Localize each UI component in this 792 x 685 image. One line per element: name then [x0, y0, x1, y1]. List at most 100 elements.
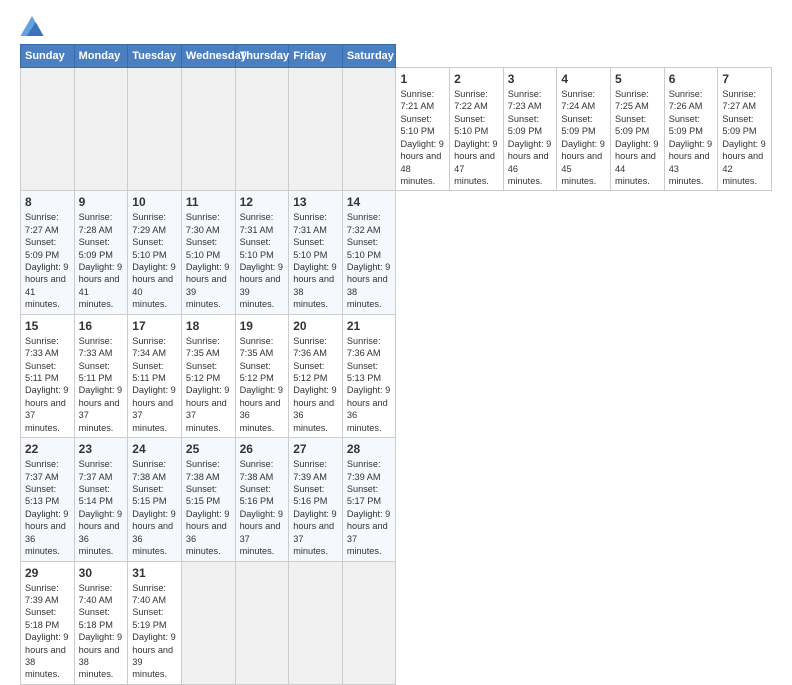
sunset-text: Sunset: 5:10 PM — [240, 237, 274, 259]
calendar-week-row: 8 Sunrise: 7:27 AM Sunset: 5:09 PM Dayli… — [21, 191, 772, 314]
day-number: 2 — [454, 72, 499, 86]
daylight-text: Daylight: 9 hours and 38 minutes. — [79, 632, 122, 679]
calendar-cell: 22 Sunrise: 7:37 AM Sunset: 5:13 PM Dayl… — [21, 438, 75, 561]
day-number: 28 — [347, 442, 392, 456]
calendar-cell: 2 Sunrise: 7:22 AM Sunset: 5:10 PM Dayli… — [450, 68, 504, 191]
cell-content: Sunrise: 7:36 AM Sunset: 5:12 PM Dayligh… — [293, 335, 338, 434]
cell-content: Sunrise: 7:38 AM Sunset: 5:15 PM Dayligh… — [132, 458, 177, 557]
calendar-table: SundayMondayTuesdayWednesdayThursdayFrid… — [20, 44, 772, 685]
sunrise-text: Sunrise: 7:36 AM — [347, 336, 381, 358]
daylight-text: Daylight: 9 hours and 37 minutes. — [79, 385, 122, 432]
daylight-text: Daylight: 9 hours and 47 minutes. — [454, 139, 497, 186]
cell-content: Sunrise: 7:24 AM Sunset: 5:09 PM Dayligh… — [561, 88, 606, 187]
cell-content: Sunrise: 7:27 AM Sunset: 5:09 PM Dayligh… — [722, 88, 767, 187]
sunset-text: Sunset: 5:12 PM — [240, 361, 274, 383]
sunrise-text: Sunrise: 7:30 AM — [186, 212, 220, 234]
calendar-cell — [289, 561, 343, 684]
sunset-text: Sunset: 5:10 PM — [293, 237, 327, 259]
sunrise-text: Sunrise: 7:38 AM — [186, 459, 220, 481]
sunrise-text: Sunrise: 7:36 AM — [293, 336, 327, 358]
daylight-text: Daylight: 9 hours and 41 minutes. — [25, 262, 68, 309]
calendar-cell: 29 Sunrise: 7:39 AM Sunset: 5:18 PM Dayl… — [21, 561, 75, 684]
cell-content: Sunrise: 7:21 AM Sunset: 5:10 PM Dayligh… — [400, 88, 445, 187]
calendar-cell: 20 Sunrise: 7:36 AM Sunset: 5:12 PM Dayl… — [289, 314, 343, 437]
daylight-text: Daylight: 9 hours and 46 minutes. — [508, 139, 551, 186]
day-number: 29 — [25, 566, 70, 580]
calendar-cell: 28 Sunrise: 7:39 AM Sunset: 5:17 PM Dayl… — [342, 438, 396, 561]
sunset-text: Sunset: 5:15 PM — [132, 484, 166, 506]
sunrise-text: Sunrise: 7:31 AM — [293, 212, 327, 234]
day-number: 7 — [722, 72, 767, 86]
sunrise-text: Sunrise: 7:22 AM — [454, 89, 488, 111]
cell-content: Sunrise: 7:39 AM Sunset: 5:17 PM Dayligh… — [347, 458, 392, 557]
sunset-text: Sunset: 5:12 PM — [293, 361, 327, 383]
cell-content: Sunrise: 7:31 AM Sunset: 5:10 PM Dayligh… — [293, 211, 338, 310]
day-number: 13 — [293, 195, 338, 209]
daylight-text: Daylight: 9 hours and 36 minutes. — [132, 509, 175, 556]
day-number: 6 — [669, 72, 714, 86]
calendar-cell: 25 Sunrise: 7:38 AM Sunset: 5:15 PM Dayl… — [181, 438, 235, 561]
cell-content: Sunrise: 7:33 AM Sunset: 5:11 PM Dayligh… — [25, 335, 70, 434]
calendar-cell — [342, 68, 396, 191]
sunrise-text: Sunrise: 7:35 AM — [186, 336, 220, 358]
sunset-text: Sunset: 5:10 PM — [132, 237, 166, 259]
calendar-body: 1 Sunrise: 7:21 AM Sunset: 5:10 PM Dayli… — [21, 68, 772, 685]
sunrise-text: Sunrise: 7:37 AM — [25, 459, 59, 481]
cell-content: Sunrise: 7:39 AM Sunset: 5:16 PM Dayligh… — [293, 458, 338, 557]
day-number: 10 — [132, 195, 177, 209]
logo — [20, 16, 48, 36]
sunset-text: Sunset: 5:18 PM — [79, 607, 113, 629]
calendar-cell — [128, 68, 182, 191]
sunset-text: Sunset: 5:16 PM — [293, 484, 327, 506]
calendar-cell: 27 Sunrise: 7:39 AM Sunset: 5:16 PM Dayl… — [289, 438, 343, 561]
cell-content: Sunrise: 7:33 AM Sunset: 5:11 PM Dayligh… — [79, 335, 124, 434]
calendar-cell — [235, 68, 289, 191]
calendar-cell — [21, 68, 75, 191]
sunset-text: Sunset: 5:11 PM — [79, 361, 113, 383]
day-number: 1 — [400, 72, 445, 86]
weekday-header-cell: Tuesday — [128, 45, 182, 68]
sunset-text: Sunset: 5:13 PM — [25, 484, 59, 506]
calendar-cell: 26 Sunrise: 7:38 AM Sunset: 5:16 PM Dayl… — [235, 438, 289, 561]
sunrise-text: Sunrise: 7:39 AM — [25, 583, 59, 605]
calendar-cell: 17 Sunrise: 7:34 AM Sunset: 5:11 PM Dayl… — [128, 314, 182, 437]
logo-icon — [20, 16, 44, 36]
cell-content: Sunrise: 7:23 AM Sunset: 5:09 PM Dayligh… — [508, 88, 553, 187]
daylight-text: Daylight: 9 hours and 36 minutes. — [293, 385, 336, 432]
cell-content: Sunrise: 7:35 AM Sunset: 5:12 PM Dayligh… — [186, 335, 231, 434]
day-number: 4 — [561, 72, 606, 86]
cell-content: Sunrise: 7:26 AM Sunset: 5:09 PM Dayligh… — [669, 88, 714, 187]
daylight-text: Daylight: 9 hours and 38 minutes. — [293, 262, 336, 309]
sunrise-text: Sunrise: 7:26 AM — [669, 89, 703, 111]
sunset-text: Sunset: 5:09 PM — [615, 114, 649, 136]
calendar-cell: 9 Sunrise: 7:28 AM Sunset: 5:09 PM Dayli… — [74, 191, 128, 314]
sunset-text: Sunset: 5:19 PM — [132, 607, 166, 629]
page: SundayMondayTuesdayWednesdayThursdayFrid… — [0, 0, 792, 612]
calendar-cell: 13 Sunrise: 7:31 AM Sunset: 5:10 PM Dayl… — [289, 191, 343, 314]
calendar-cell — [181, 561, 235, 684]
day-number: 16 — [79, 319, 124, 333]
calendar-cell: 6 Sunrise: 7:26 AM Sunset: 5:09 PM Dayli… — [664, 68, 718, 191]
sunset-text: Sunset: 5:10 PM — [400, 114, 434, 136]
cell-content: Sunrise: 7:32 AM Sunset: 5:10 PM Dayligh… — [347, 211, 392, 310]
daylight-text: Daylight: 9 hours and 36 minutes. — [240, 385, 283, 432]
sunset-text: Sunset: 5:12 PM — [186, 361, 220, 383]
calendar-cell: 7 Sunrise: 7:27 AM Sunset: 5:09 PM Dayli… — [718, 68, 772, 191]
sunset-text: Sunset: 5:09 PM — [79, 237, 113, 259]
cell-content: Sunrise: 7:34 AM Sunset: 5:11 PM Dayligh… — [132, 335, 177, 434]
cell-content: Sunrise: 7:31 AM Sunset: 5:10 PM Dayligh… — [240, 211, 285, 310]
daylight-text: Daylight: 9 hours and 37 minutes. — [240, 509, 283, 556]
sunset-text: Sunset: 5:17 PM — [347, 484, 381, 506]
calendar-cell — [181, 68, 235, 191]
cell-content: Sunrise: 7:35 AM Sunset: 5:12 PM Dayligh… — [240, 335, 285, 434]
cell-content: Sunrise: 7:30 AM Sunset: 5:10 PM Dayligh… — [186, 211, 231, 310]
day-number: 15 — [25, 319, 70, 333]
cell-content: Sunrise: 7:25 AM Sunset: 5:09 PM Dayligh… — [615, 88, 660, 187]
calendar-cell: 4 Sunrise: 7:24 AM Sunset: 5:09 PM Dayli… — [557, 68, 611, 191]
cell-content: Sunrise: 7:27 AM Sunset: 5:09 PM Dayligh… — [25, 211, 70, 310]
sunrise-text: Sunrise: 7:27 AM — [722, 89, 756, 111]
weekday-header-cell: Wednesday — [181, 45, 235, 68]
sunrise-text: Sunrise: 7:31 AM — [240, 212, 274, 234]
day-number: 11 — [186, 195, 231, 209]
day-number: 3 — [508, 72, 553, 86]
